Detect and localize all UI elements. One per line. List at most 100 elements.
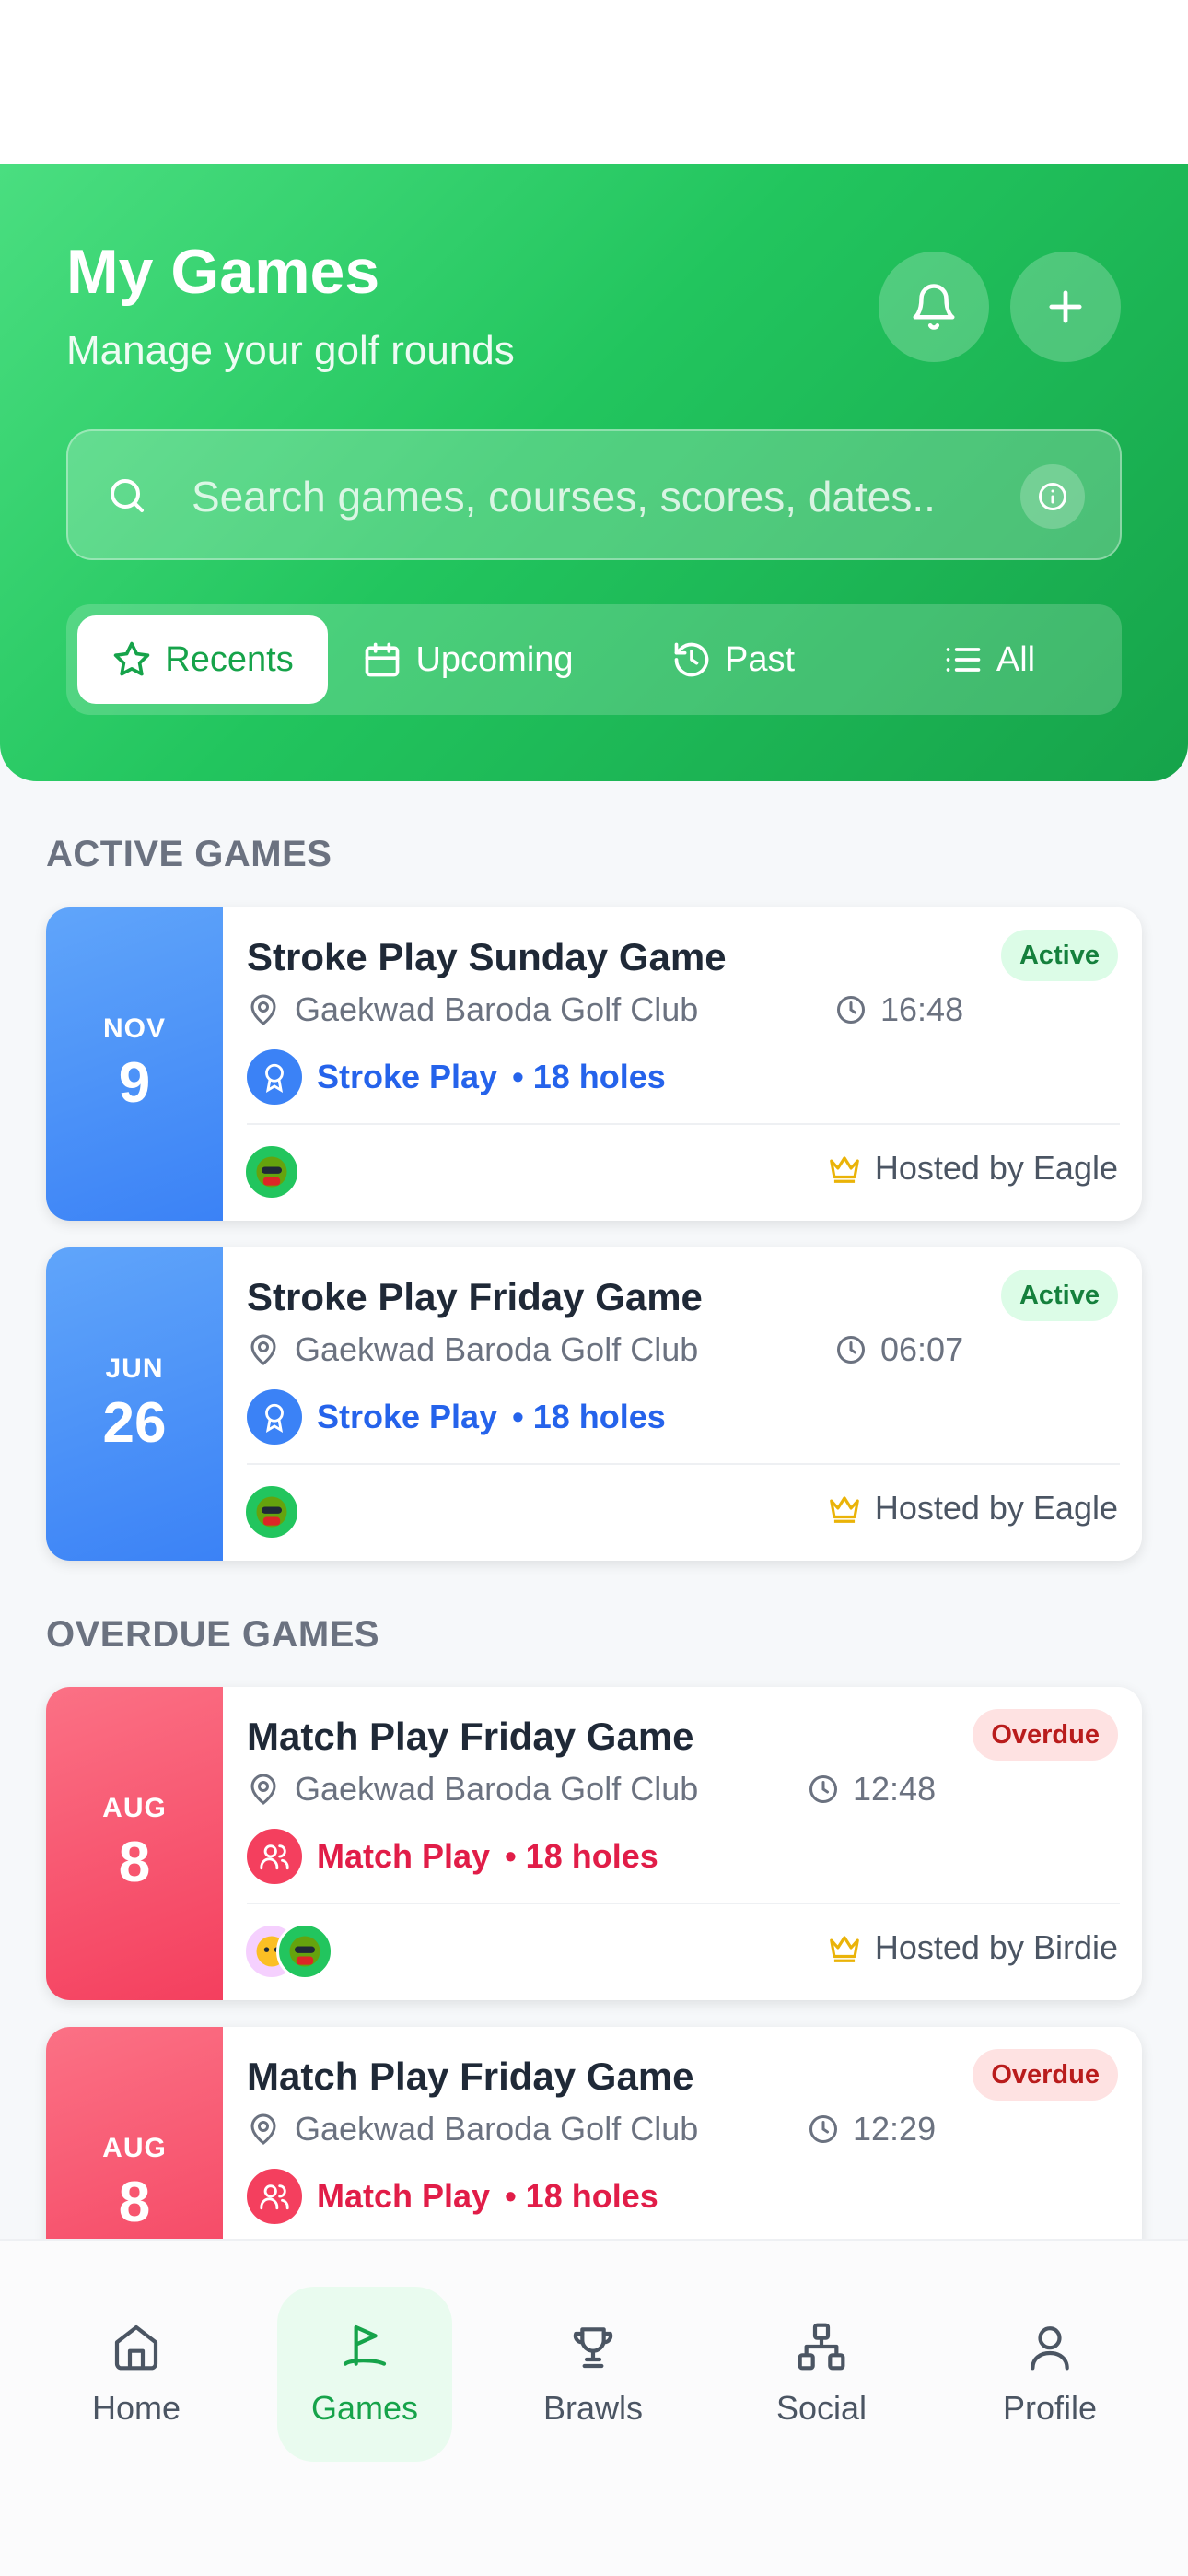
card-divider <box>247 1123 1120 1125</box>
game-mode: Stroke Play • 18 holes <box>247 1389 666 1445</box>
time-value: 12:48 <box>853 1770 937 1808</box>
map-pin-icon <box>250 2113 276 2145</box>
calendar-icon <box>366 642 400 677</box>
list-icon <box>946 648 981 672</box>
host-label: Hosted by Eagle <box>874 1149 1118 1187</box>
trophy-icon <box>573 2327 613 2369</box>
holes-label: • 18 holes <box>505 2177 658 2215</box>
course-location: Gaekwad Baroda Golf Club <box>247 2110 698 2149</box>
time-value: 06:07 <box>880 1330 964 1368</box>
holes-label: • 18 holes <box>512 1058 666 1095</box>
status-bar-area <box>0 0 1188 164</box>
tee-time: 12:48 <box>807 1770 936 1809</box>
add-game-button[interactable] <box>1010 252 1121 362</box>
user-icon <box>1031 2326 1069 2371</box>
date-month: AUG <box>102 1792 167 1823</box>
history-icon <box>674 642 709 677</box>
map-pin-icon <box>250 1334 276 1365</box>
nav-home[interactable]: Home <box>49 2287 224 2462</box>
date-day: 9 <box>118 1050 151 1115</box>
award-icon <box>247 1389 302 1445</box>
holes-label: • 18 holes <box>512 1398 666 1435</box>
game-card[interactable]: AUG 8 Match Play Friday Game Overdue Gae… <box>46 1687 1142 2000</box>
crown-icon <box>829 1156 859 1183</box>
mode-label: Match Play <box>317 2177 491 2215</box>
course-name: Gaekwad Baroda Golf Club <box>295 1330 699 1368</box>
nav-profile[interactable]: Profile <box>962 2287 1137 2462</box>
player-avatar <box>243 1143 300 1200</box>
nav-label: Brawls <box>542 2389 644 2427</box>
plus-icon <box>1049 290 1082 323</box>
course-name: Gaekwad Baroda Golf Club <box>295 2110 699 2148</box>
game-title: Match Play Friday Game <box>247 2055 694 2098</box>
date-block: NOV 9 <box>46 907 223 1221</box>
flag-icon <box>343 2324 387 2366</box>
date-block: AUG 8 <box>46 1687 223 2000</box>
bell-icon <box>913 284 955 330</box>
games-header: My Games Manage your golf rounds Search … <box>0 164 1188 781</box>
tab-recents[interactable]: Recents <box>77 615 328 704</box>
game-card[interactable]: NOV 9 Stroke Play Sunday Game Active Gae… <box>46 907 1142 1221</box>
player-avatar <box>243 1483 300 1540</box>
overdue-games-heading: OVERDUE GAMES <box>46 1614 380 1655</box>
course-location: Gaekwad Baroda Golf Club <box>247 1770 698 1809</box>
tab-all[interactable]: All <box>864 615 1114 704</box>
host-info: Hosted by Eagle <box>827 1149 1118 1188</box>
player-avatar <box>276 1923 333 1980</box>
game-mode: Stroke Play • 18 holes <box>247 1049 666 1105</box>
crown-icon <box>830 1936 859 1962</box>
page-subtitle: Manage your golf rounds <box>66 328 515 373</box>
nav-social[interactable]: Social <box>734 2287 909 2462</box>
notifications-button[interactable] <box>879 252 989 362</box>
tab-label: Past <box>724 639 796 679</box>
game-title: Match Play Friday Game <box>247 1715 694 1758</box>
tab-label: Upcoming <box>415 639 574 679</box>
search-bar[interactable]: Search games, courses, scores, dates.. <box>66 429 1122 560</box>
nav-games[interactable]: Games <box>277 2287 452 2462</box>
holes-label: • 18 holes <box>505 1837 658 1875</box>
search-input[interactable]: Search games, courses, scores, dates.. <box>192 472 936 521</box>
date-day: 26 <box>102 1390 167 1455</box>
date-block: JUN 26 <box>46 1247 223 1561</box>
tab-past[interactable]: Past <box>608 615 858 704</box>
nav-brawls[interactable]: Brawls <box>506 2287 681 2462</box>
tab-upcoming[interactable]: Upcoming <box>343 615 593 704</box>
nav-label: Home <box>91 2389 181 2427</box>
time-value: 12:29 <box>853 2110 937 2148</box>
host-info: Hosted by Birdie <box>827 1928 1118 1967</box>
clock-icon <box>837 1336 865 1364</box>
status-badge: Overdue <box>973 2049 1118 2101</box>
card-divider <box>247 1463 1120 1465</box>
host-label: Hosted by Birdie <box>874 1928 1118 1966</box>
search-info-button[interactable] <box>1020 464 1085 529</box>
tab-label: All <box>996 639 1036 679</box>
home-icon <box>114 2324 158 2371</box>
status-badge: Active <box>1000 930 1118 981</box>
mode-label: Match Play <box>317 1837 491 1875</box>
search-icon <box>111 479 144 512</box>
date-day: 8 <box>118 2170 151 2234</box>
status-badge: Overdue <box>973 1709 1118 1761</box>
active-games-heading: ACTIVE GAMES <box>46 834 332 874</box>
tee-time: 06:07 <box>834 1330 963 1369</box>
game-mode: Match Play • 18 holes <box>247 1829 658 1884</box>
game-card[interactable]: JUN 26 Stroke Play Friday Game Active Ga… <box>46 1247 1142 1561</box>
nav-label: Social <box>775 2389 868 2427</box>
status-badge: Active <box>1000 1270 1118 1321</box>
host-label: Hosted by Eagle <box>874 1489 1118 1527</box>
game-filter-tabs: Recents Upcoming Past All <box>66 604 1122 715</box>
game-mode: Match Play • 18 holes <box>247 2169 658 2224</box>
info-icon <box>1039 483 1066 510</box>
crown-icon <box>829 1496 859 1523</box>
tee-time: 16:48 <box>834 990 963 1029</box>
tab-label: Recents <box>165 639 294 679</box>
star-icon <box>114 641 150 676</box>
card-divider <box>247 1903 1120 1904</box>
date-day: 8 <box>118 1830 151 1894</box>
date-month: NOV <box>102 1013 166 1044</box>
clock-icon <box>809 1775 837 1803</box>
host-info: Hosted by Eagle <box>827 1489 1118 1528</box>
tee-time: 12:29 <box>807 2110 936 2149</box>
game-title: Stroke Play Sunday Game <box>247 935 727 978</box>
users-icon <box>247 2169 302 2224</box>
